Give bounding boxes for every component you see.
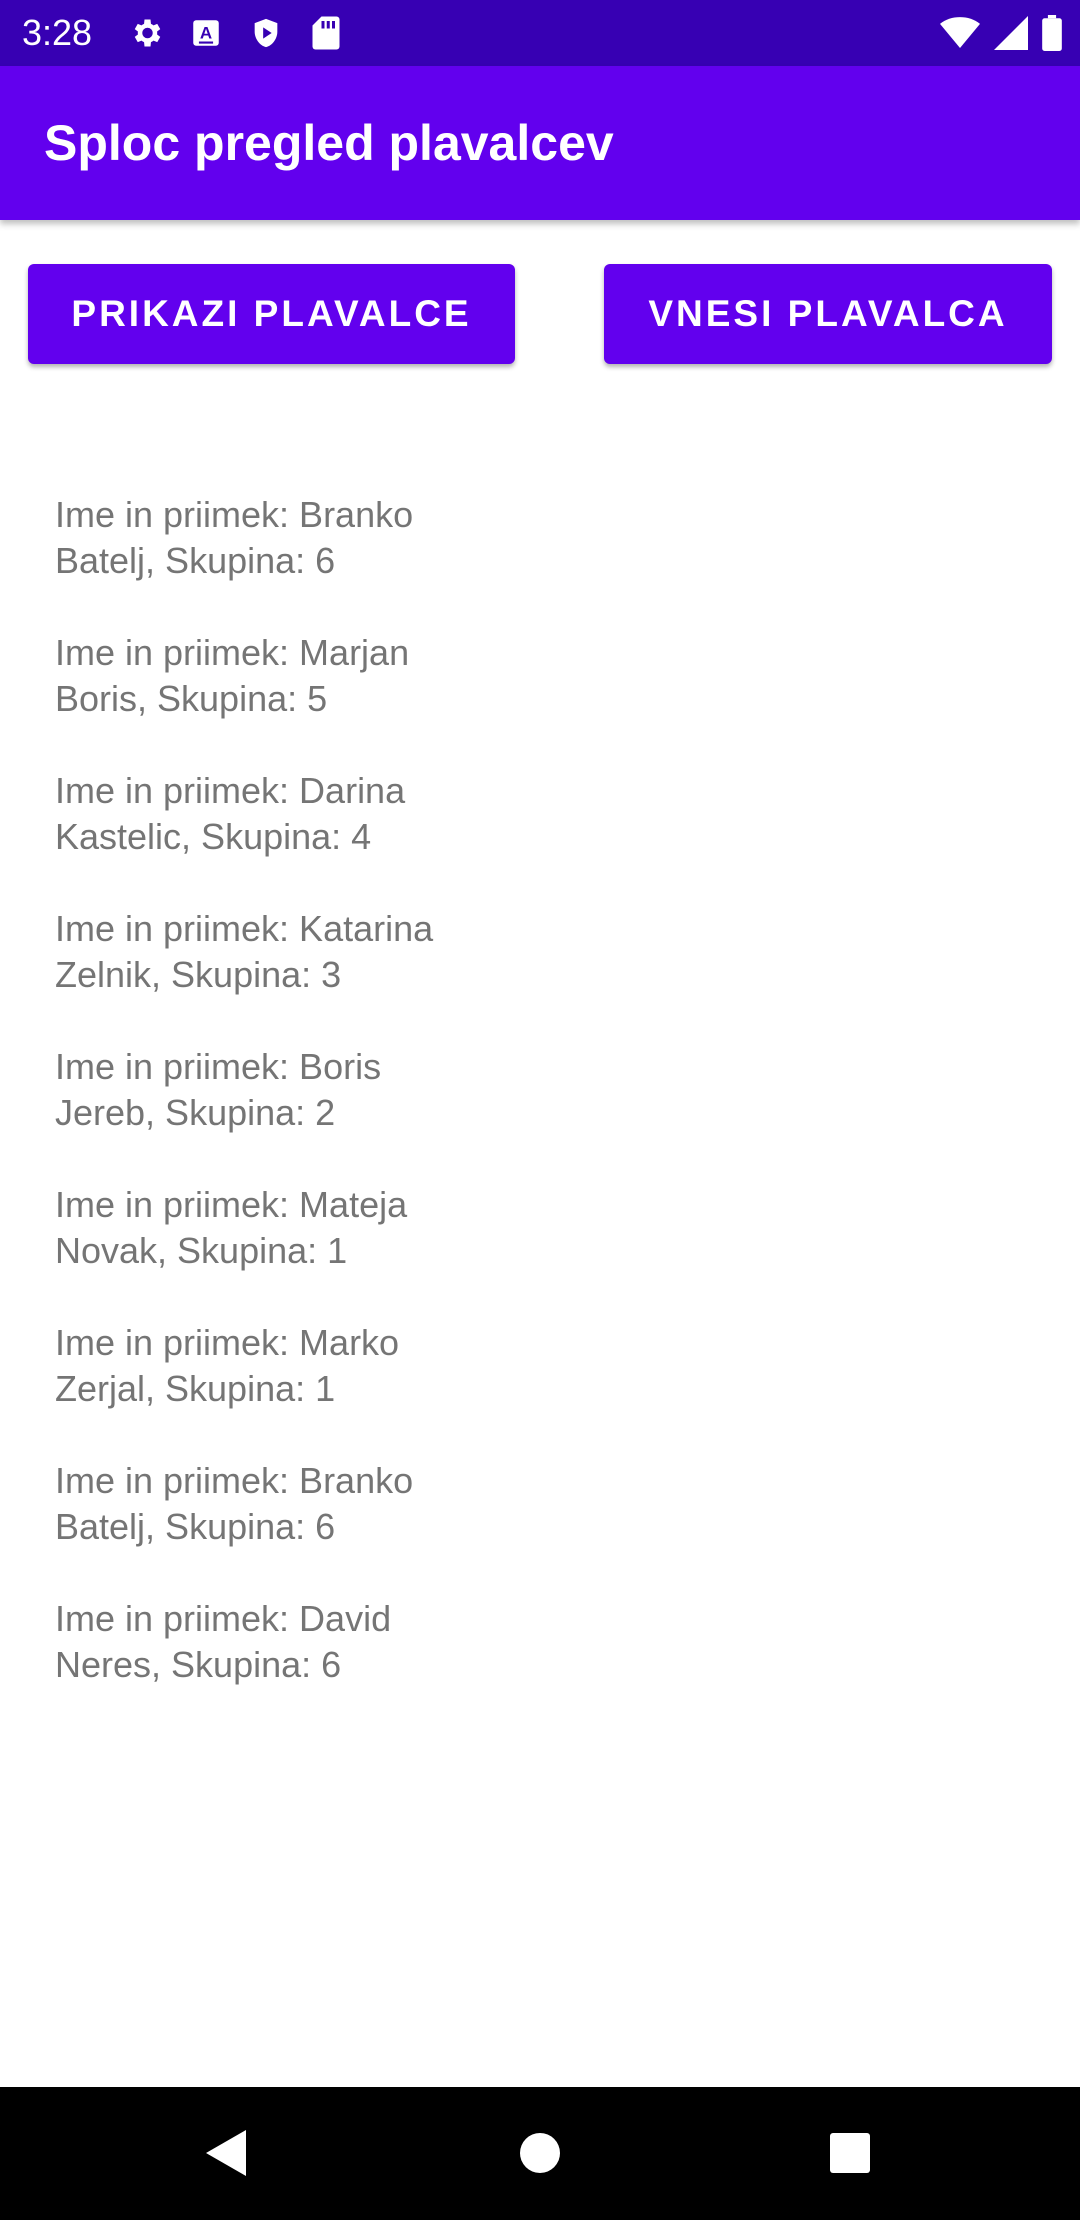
list-item[interactable]: Ime in priimek: Mateja Novak, Skupina: 1 (55, 1182, 515, 1320)
swimmer-group-label: Zerjal, Skupina: 1 (55, 1368, 336, 1409)
status-icons-left: A (126, 14, 366, 52)
sd-card-icon (306, 14, 346, 52)
list-item[interactable]: Ime in priimek: Katarina Zelnik, Skupina… (55, 906, 515, 1044)
swimmer-group-label: Batelj, Skupina: 6 (55, 540, 336, 581)
home-icon[interactable] (510, 2123, 570, 2183)
keyboard-a-icon: A (186, 14, 226, 52)
battery-icon (1042, 14, 1062, 52)
swimmer-group-label: Kastelic, Skupina: 4 (55, 816, 372, 857)
list-item[interactable]: Ime in priimek: Branko Batelj, Skupina: … (55, 492, 515, 630)
settings-icon (126, 14, 166, 52)
list-item[interactable]: Ime in priimek: Marko Zerjal, Skupina: 1 (55, 1320, 515, 1458)
swimmer-group-label: Neres, Skupina: 6 (55, 1644, 342, 1685)
swimmer-name-label: Ime in priimek: Marko (55, 1322, 400, 1363)
status-time: 3:28 (22, 12, 93, 53)
status-bar: 3:28 A (0, 0, 1080, 66)
swimmer-name-label: Ime in priimek: Marjan (55, 632, 410, 673)
swimmer-name-label: Ime in priimek: Boris (55, 1046, 382, 1087)
cell-signal-icon (994, 14, 1028, 52)
swimmer-group-label: Boris, Skupina: 5 (55, 678, 328, 719)
navigation-bar (0, 2087, 1080, 2220)
recents-icon[interactable] (820, 2123, 880, 2183)
app-bar: Sploc pregled plavalcev (0, 66, 1080, 220)
swimmer-name-label: Ime in priimek: Katarina (55, 908, 434, 949)
swimmer-name-label: Ime in priimek: Branko (55, 494, 414, 535)
wifi-icon (940, 14, 980, 52)
swimmer-group-label: Zelnik, Skupina: 3 (55, 954, 342, 995)
svg-text:A: A (200, 24, 212, 43)
list-item[interactable]: Ime in priimek: Darina Kastelic, Skupina… (55, 768, 515, 906)
swimmer-name-label: Ime in priimek: David (55, 1598, 392, 1639)
status-icons-right (926, 14, 1062, 52)
list-item[interactable]: Ime in priimek: Boris Jereb, Skupina: 2 (55, 1044, 515, 1182)
page-title: Sploc pregled plavalcev (44, 115, 614, 171)
back-icon[interactable] (196, 2123, 256, 2183)
swimmer-name-label: Ime in priimek: Darina (55, 770, 406, 811)
swimmer-group-label: Novak, Skupina: 1 (55, 1230, 348, 1271)
list-item[interactable]: Ime in priimek: Branko Batelj, Skupina: … (55, 1458, 515, 1596)
swimmer-name-label: Ime in priimek: Mateja (55, 1184, 408, 1225)
add-swimmer-button[interactable]: VNESI PLAVALCA (604, 264, 1052, 364)
list-item[interactable]: Ime in priimek: David Neres, Skupina: 6 (55, 1596, 515, 1734)
show-swimmers-button[interactable]: PRIKAZI PLAVALCE (28, 264, 515, 364)
swimmer-name-label: Ime in priimek: Branko (55, 1460, 414, 1501)
swimmer-list: Ime in priimek: Branko Batelj, Skupina: … (55, 492, 515, 1734)
play-protect-icon (246, 14, 286, 52)
list-item[interactable]: Ime in priimek: Marjan Boris, Skupina: 5 (55, 630, 515, 768)
swimmer-group-label: Batelj, Skupina: 6 (55, 1506, 336, 1547)
swimmer-group-label: Jereb, Skupina: 2 (55, 1092, 336, 1133)
